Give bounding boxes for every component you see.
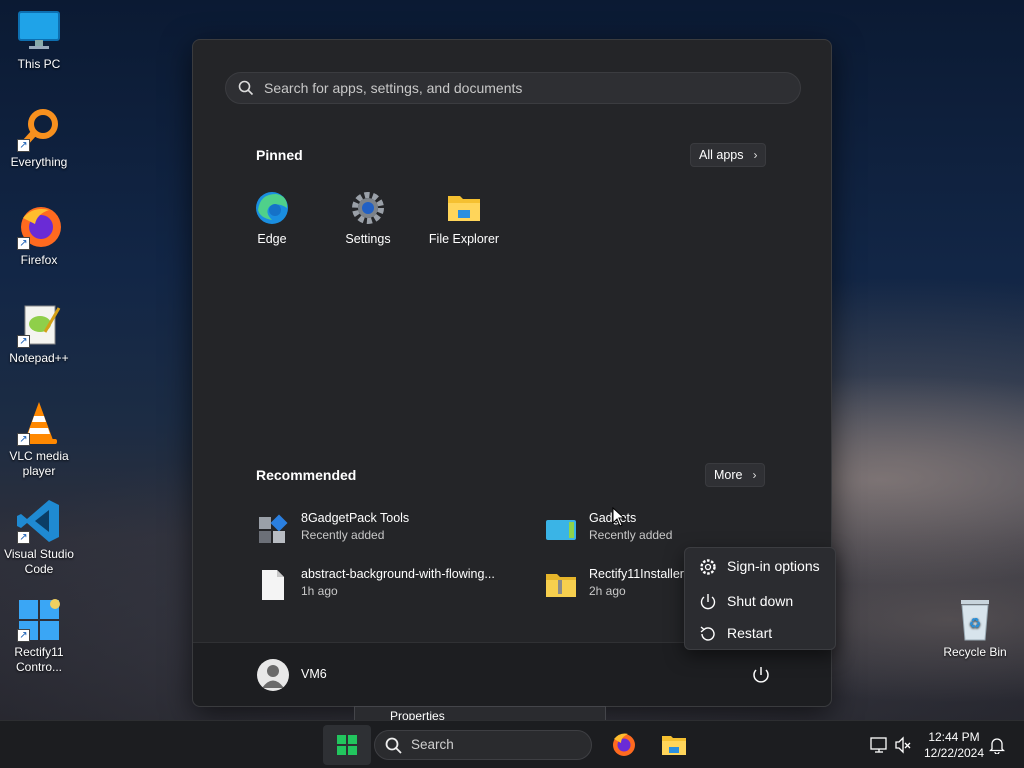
notepadpp-icon: ↗	[15, 302, 63, 348]
recommended-item-name: abstract-background-with-flowing...	[301, 567, 495, 581]
volume-muted-icon[interactable]	[894, 736, 912, 754]
document-icon	[257, 569, 289, 601]
start-button[interactable]	[323, 725, 371, 765]
vscode-icon: ↗	[15, 498, 63, 544]
recommended-item[interactable]: abstract-background-with-flowing... 1h a…	[257, 565, 527, 609]
more-label: More	[714, 468, 743, 482]
desktop-icon-vlc[interactable]: ↗ VLC media player	[0, 400, 78, 479]
restart-icon	[700, 626, 715, 641]
power-flyout: Sign-in options Shut down Restart	[684, 547, 836, 650]
restart-item[interactable]: Restart	[685, 618, 835, 648]
system-clock[interactable]: 12:44 PM 12/22/2024	[914, 729, 994, 761]
search-icon	[238, 80, 254, 96]
pinned-app-label: Edge	[257, 232, 287, 246]
mouse-cursor-icon	[612, 507, 626, 527]
desktop-icon-label: Notepad++	[9, 351, 69, 365]
shortcut-arrow-icon: ↗	[17, 433, 30, 446]
pinned-app-file-explorer[interactable]: File Explorer	[416, 190, 512, 246]
recycle-bin-icon: ♻	[951, 596, 999, 642]
gear-icon	[350, 190, 386, 226]
pinned-app-settings[interactable]: Settings	[320, 190, 416, 246]
user-name[interactable]: VM6	[301, 667, 327, 681]
desktop-icon-this-pc[interactable]: This PC	[0, 8, 78, 72]
shut-down-item[interactable]: Shut down	[685, 586, 835, 616]
network-icon[interactable]	[870, 736, 888, 754]
pinned-app-label: Settings	[345, 232, 391, 246]
windows-logo-icon: ↗	[15, 596, 63, 642]
pinned-title: Pinned	[256, 147, 303, 163]
folder-icon	[446, 190, 482, 226]
flyout-item-label: Sign-in options	[727, 558, 820, 574]
desktop-icon-label: Firefox	[20, 253, 58, 267]
all-apps-button[interactable]: All apps ›	[690, 143, 767, 167]
desktop-icon-everything[interactable]: ↗ Everything	[0, 106, 78, 170]
desktop-icon-label: This PC	[17, 57, 61, 71]
taskbar: Search 12:44 PM 12/22/2024	[0, 720, 1024, 768]
power-button[interactable]	[749, 663, 773, 687]
desktop-icon-recycle-bin[interactable]: ♻ Recycle Bin	[936, 596, 1014, 660]
search-placeholder: Search for apps, settings, and documents	[264, 80, 523, 96]
avatar[interactable]	[257, 659, 289, 691]
desktop-icon-label: Recycle Bin	[943, 645, 1007, 659]
clock-time: 12:44 PM	[928, 730, 980, 744]
firefox-icon	[613, 733, 635, 756]
edge-icon	[254, 190, 290, 226]
shortcut-arrow-icon: ↗	[17, 335, 30, 348]
gadgetpack-icon	[257, 513, 289, 545]
folder-icon	[662, 736, 686, 755]
notification-bell-icon[interactable]	[989, 736, 1005, 754]
taskbar-search-box[interactable]: Search	[374, 730, 592, 760]
search-icon	[385, 737, 402, 754]
magnifier-orange-icon: ↗	[15, 106, 63, 152]
pinned-app-edge[interactable]: Edge	[224, 190, 320, 246]
recommended-item-name: 8GadgetPack Tools	[301, 511, 410, 525]
taskbar-file-explorer[interactable]	[658, 729, 690, 761]
zip-folder-icon	[545, 569, 577, 601]
shortcut-arrow-icon: ↗	[17, 237, 30, 250]
desktop-icon-rectify11[interactable]: ↗ Rectify11 Contro...	[0, 596, 78, 675]
power-icon	[753, 667, 769, 683]
flyout-item-label: Shut down	[727, 593, 794, 609]
pinned-app-label: File Explorer	[428, 232, 500, 246]
recommended-item-time: Recently added	[589, 528, 673, 542]
monitor-icon	[15, 8, 63, 54]
taskbar-firefox[interactable]	[608, 729, 640, 761]
recommended-item-time: 2h ago	[589, 584, 626, 598]
sign-in-options-item[interactable]: Sign-in options	[685, 551, 835, 581]
recommended-title: Recommended	[256, 467, 357, 483]
desktop-icon-label: Everything	[10, 155, 68, 169]
gadgets-icon	[545, 513, 577, 545]
desktop-icon-notepadpp[interactable]: ↗ Notepad++	[0, 302, 78, 366]
all-apps-label: All apps	[699, 148, 744, 162]
start-footer: VM6	[193, 642, 831, 706]
shortcut-arrow-icon: ↗	[17, 139, 30, 152]
more-button[interactable]: More ›	[705, 463, 766, 487]
taskbar-search-label: Search	[411, 737, 454, 752]
shortcut-arrow-icon: ↗	[17, 629, 30, 642]
clock-date: 12/22/2024	[923, 746, 985, 760]
gear-icon	[700, 559, 716, 575]
desktop-icon-label: VLC media player	[9, 449, 69, 478]
desktop-icon-firefox[interactable]: ↗ Firefox	[0, 204, 78, 268]
power-icon	[700, 594, 716, 610]
chevron-right-icon: ›	[753, 148, 758, 162]
svg-text:♻: ♻	[969, 616, 982, 632]
shortcut-arrow-icon: ↗	[17, 531, 30, 544]
desktop-icon-vscode[interactable]: ↗ Visual Studio Code	[0, 498, 78, 577]
recommended-item[interactable]: 8GadgetPack Tools Recently added	[257, 509, 527, 553]
chevron-right-icon: ›	[752, 468, 757, 482]
desktop-icon-label: Visual Studio Code	[4, 547, 74, 576]
windows-logo-icon	[337, 735, 357, 755]
recommended-item-time: 1h ago	[301, 584, 338, 598]
firefox-icon: ↗	[15, 204, 63, 250]
recommended-item-time: Recently added	[301, 528, 385, 542]
vlc-cone-icon: ↗	[15, 400, 63, 446]
desktop-icon-label: Rectify11 Contro...	[14, 645, 64, 674]
start-search-input[interactable]: Search for apps, settings, and documents	[225, 72, 801, 104]
flyout-item-label: Restart	[727, 625, 773, 641]
